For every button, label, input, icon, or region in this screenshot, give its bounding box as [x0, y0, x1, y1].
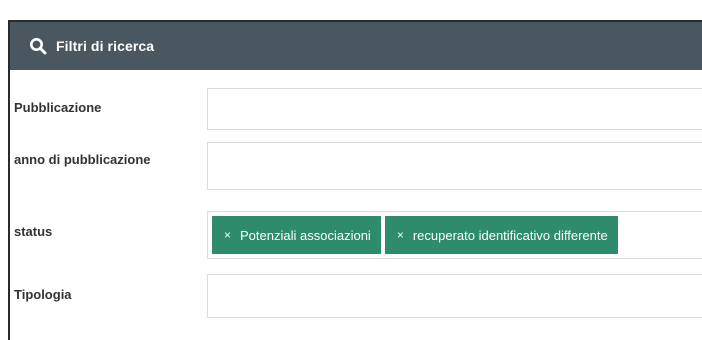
tipologia-input[interactable]	[207, 274, 702, 318]
status-tag-input[interactable]: × Potenziali associazioni × recuperato i…	[207, 211, 702, 259]
search-icon	[28, 36, 48, 56]
status-tag-label: recuperato identificativo differente	[412, 227, 608, 243]
filter-row-anno: anno di pubblicazione	[10, 140, 702, 194]
anno-input[interactable]	[207, 142, 702, 190]
pubblicazione-input[interactable]	[207, 88, 702, 130]
remove-tag-icon[interactable]: ×	[224, 228, 231, 242]
status-tag[interactable]: × recuperato identificativo differente	[384, 216, 618, 254]
field-label-tipologia: Tipologia	[14, 287, 72, 302]
field-label-anno: anno di pubblicazione	[14, 152, 151, 167]
filter-row-tipologia: Tipologia	[10, 272, 702, 318]
filter-row-pubblicazione: Pubblicazione	[10, 86, 702, 130]
status-tag-label: Potenziali associazioni	[240, 227, 371, 243]
field-label-pubblicazione: Pubblicazione	[14, 100, 102, 115]
status-tag[interactable]: × Potenziali associazioni	[212, 216, 381, 254]
panel-title: Filtri di ricerca	[56, 38, 155, 54]
remove-tag-icon[interactable]: ×	[397, 228, 404, 242]
field-label-status: status	[14, 224, 53, 239]
filter-panel-header[interactable]: Filtri di ricerca	[10, 22, 702, 70]
filter-row-status: status × Potenziali associazioni × recup…	[10, 208, 702, 260]
